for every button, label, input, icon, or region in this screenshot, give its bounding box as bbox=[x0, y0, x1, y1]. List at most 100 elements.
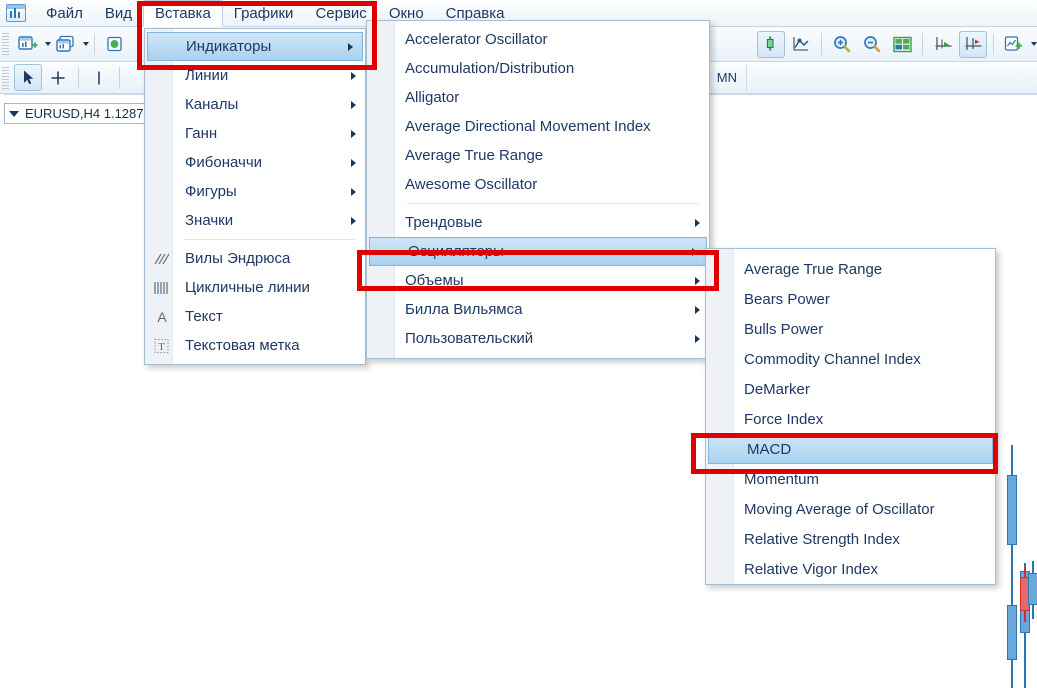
menu-item-fibonacci[interactable]: Фибоначчи bbox=[145, 148, 365, 177]
submenu-arrow-icon bbox=[351, 100, 356, 109]
oscillators-menu[interactable]: Average True Range Bears Power Bulls Pow… bbox=[705, 248, 996, 585]
vertical-line-icon[interactable] bbox=[85, 64, 113, 91]
menu-item-andrews-pitchfork[interactable]: Вилы Эндрюса bbox=[145, 244, 365, 273]
menu-item-label: Осцилляторы bbox=[408, 243, 504, 260]
menu-item-znachki[interactable]: Значки bbox=[145, 206, 365, 235]
triangle-down-icon[interactable] bbox=[9, 110, 19, 117]
menu-item-force-index[interactable]: Force Index bbox=[706, 404, 995, 434]
submenu-arrow-icon bbox=[695, 305, 700, 314]
application-window: Файл Вид Вставка Графики Сервис Окно Спр… bbox=[0, 0, 1037, 688]
menu-item-relative-strength-index[interactable]: Relative Strength Index bbox=[706, 524, 995, 554]
menu-item-label: DeMarker bbox=[744, 380, 810, 398]
line-chart-icon[interactable] bbox=[787, 31, 815, 58]
menu-item-accumulation-distribution[interactable]: Accumulation/Distribution bbox=[367, 54, 709, 83]
menu-item-label: Accumulation/Distribution bbox=[405, 60, 575, 77]
menu-item-label: Индикаторы bbox=[186, 38, 272, 55]
candlestick bbox=[1007, 445, 1017, 591]
toolbar-separator bbox=[993, 33, 994, 55]
menu-item-label: Average Directional Movement Index bbox=[405, 118, 651, 135]
menu-item-label: Цикличные линии bbox=[185, 279, 310, 296]
menu-item-label: Relative Strength Index bbox=[744, 530, 900, 548]
menu-item-bulls-power[interactable]: Bulls Power bbox=[706, 314, 995, 344]
indicators-menu[interactable]: Accelerator Oscillator Accumulation/Dist… bbox=[366, 20, 710, 359]
zoom-in-icon[interactable] bbox=[828, 31, 856, 58]
menu-item-cyclic-lines[interactable]: Цикличные линии bbox=[145, 273, 365, 302]
cyclic-lines-icon bbox=[151, 278, 173, 298]
indicators-add-icon[interactable] bbox=[1000, 31, 1028, 58]
menu-item-linii[interactable]: Линии bbox=[145, 61, 365, 90]
menu-item-figury[interactable]: Фигуры bbox=[145, 177, 365, 206]
menu-item-accelerator-oscillator[interactable]: Accelerator Oscillator bbox=[367, 25, 709, 54]
svg-text:T: T bbox=[158, 341, 165, 353]
zoom-out-icon[interactable] bbox=[858, 31, 886, 58]
menu-item-billa-vilyamsa[interactable]: Билла Вильямса bbox=[367, 295, 709, 324]
toolbar-separator bbox=[821, 33, 822, 55]
toolbar-grip[interactable] bbox=[2, 66, 9, 89]
menu-item-polzovatelskiy[interactable]: Пользовательский bbox=[367, 324, 709, 353]
andrews-pitchfork-icon bbox=[151, 249, 173, 269]
chart-left-edge bbox=[0, 94, 4, 593]
menu-item-label: Bulls Power bbox=[744, 320, 824, 338]
profiles-dropdown-caret[interactable] bbox=[83, 42, 89, 46]
toolbar-separator bbox=[119, 66, 120, 89]
menu-item-label: Пользовательский bbox=[405, 330, 534, 347]
toolbar-separator bbox=[78, 66, 79, 89]
submenu-arrow-icon bbox=[348, 42, 353, 51]
menu-item-oscillatory[interactable]: Осцилляторы bbox=[369, 237, 707, 266]
candlestick bbox=[1007, 589, 1017, 688]
menu-item-average-directional-movement-index[interactable]: Average Directional Movement Index bbox=[367, 112, 709, 141]
new-order-icon[interactable] bbox=[101, 31, 129, 58]
menu-item-momentum[interactable]: Momentum bbox=[706, 464, 995, 494]
menu-item-text[interactable]: A Текст bbox=[145, 302, 365, 331]
submenu-arrow-icon bbox=[351, 216, 356, 225]
menubar-item-view[interactable]: Вид bbox=[94, 1, 143, 26]
new-chart-icon[interactable] bbox=[14, 31, 42, 58]
menu-item-indikatory[interactable]: Индикаторы bbox=[147, 32, 363, 61]
menu-item-demarker[interactable]: DeMarker bbox=[706, 374, 995, 404]
menu-item-label: Фигуры bbox=[185, 183, 237, 200]
menu-item-trendovye[interactable]: Трендовые bbox=[367, 208, 709, 237]
menu-item-gann[interactable]: Ганн bbox=[145, 119, 365, 148]
menu-item-awesome-oscillator[interactable]: Awesome Oscillator bbox=[367, 170, 709, 199]
symbol-label-box[interactable]: EURUSD,H4 1.1287 bbox=[4, 103, 153, 124]
submenu-arrow-icon bbox=[695, 218, 700, 227]
menu-item-text-label[interactable]: T Текстовая метка bbox=[145, 331, 365, 360]
auto-scroll-icon[interactable] bbox=[929, 31, 957, 58]
submenu-arrow-icon bbox=[351, 158, 356, 167]
menubar-item-file[interactable]: Файл bbox=[35, 1, 94, 26]
menu-item-label: Awesome Oscillator bbox=[405, 176, 538, 193]
candlestick-chart-icon[interactable] bbox=[757, 30, 785, 58]
profiles-icon[interactable] bbox=[52, 31, 80, 58]
menu-item-moving-average-of-oscillator[interactable]: Moving Average of Oscillator bbox=[706, 494, 995, 524]
menu-item-obemy[interactable]: Объемы bbox=[367, 266, 709, 295]
menu-item-average-true-range[interactable]: Average True Range bbox=[367, 141, 709, 170]
menu-item-label: Вилы Эндрюса bbox=[185, 250, 291, 267]
menu-item-alligator[interactable]: Alligator bbox=[367, 83, 709, 112]
menu-item-macd[interactable]: MACD bbox=[708, 434, 993, 464]
menu-item-kanaly[interactable]: Каналы bbox=[145, 90, 365, 119]
toolbar-grip[interactable] bbox=[2, 33, 9, 55]
timeframe-tab-mn[interactable]: MN bbox=[706, 64, 747, 91]
menu-item-label: Force Index bbox=[744, 410, 824, 428]
insert-menu[interactable]: Индикаторы Линии Каналы Ганн Фибоначчи Ф… bbox=[144, 28, 366, 365]
chart-window-icon bbox=[5, 3, 27, 23]
indicators-dropdown-caret[interactable] bbox=[1031, 42, 1037, 46]
menu-item-label: Билла Вильямса bbox=[405, 301, 523, 318]
menu-item-average-true-range[interactable]: Average True Range bbox=[706, 254, 995, 284]
crosshair-icon[interactable] bbox=[44, 64, 72, 91]
menubar-item-insert[interactable]: Вставка bbox=[143, 0, 223, 27]
menubar-item-charts[interactable]: Графики bbox=[223, 1, 305, 26]
submenu-arrow-icon bbox=[695, 334, 700, 343]
symbol-label: EURUSD,H4 1.1287 bbox=[25, 106, 144, 121]
menu-item-label: Bears Power bbox=[744, 290, 830, 308]
menu-item-bears-power[interactable]: Bears Power bbox=[706, 284, 995, 314]
chart-shift-icon[interactable] bbox=[959, 30, 987, 58]
cursor-arrow-icon[interactable] bbox=[14, 64, 42, 91]
menu-separator bbox=[407, 203, 699, 204]
new-chart-dropdown-caret[interactable] bbox=[45, 42, 51, 46]
menu-item-label: Значки bbox=[185, 212, 234, 229]
menu-item-commodity-channel-index[interactable]: Commodity Channel Index bbox=[706, 344, 995, 374]
menu-item-relative-vigor-index[interactable]: Relative Vigor Index bbox=[706, 554, 995, 584]
tile-windows-icon[interactable] bbox=[888, 31, 916, 58]
submenu-arrow-icon bbox=[351, 71, 356, 80]
